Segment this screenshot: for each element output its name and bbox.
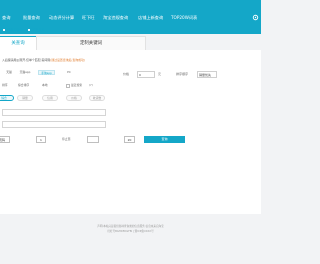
subtab-regular-query[interactable]: 常规查询 <box>27 28 45 33</box>
nav-item-batch-query[interactable]: 批量查询 <box>23 14 40 22</box>
sort-pill-sales[interactable]: 销量 <box>17 95 33 101</box>
note-highlight: (通过设置查询后,查询成功) <box>50 58 86 62</box>
recent-search-checkbox[interactable] <box>66 84 70 88</box>
sort-pill-credit[interactable]: 信用 <box>42 95 58 101</box>
start-page-input[interactable]: 1 <box>36 136 46 143</box>
filter-sort-label: 排序 <box>2 83 8 87</box>
start-page-label-box: 页码 <box>0 136 10 143</box>
sort-pill-received[interactable]: 收货数 <box>89 95 105 101</box>
price-unit: 元 <box>158 72 162 76</box>
tab-keyword-query[interactable]: 关查询 <box>0 36 36 50</box>
price-label: 价格 <box>123 72 130 76</box>
sort-order-select[interactable]: 销量优先 <box>197 71 217 78</box>
nav-item-query[interactable]: 查询 <box>2 14 10 22</box>
platform-chip-tmall-app[interactable]: 天猫app <box>18 70 32 75</box>
instruction-note: 入后缀请用|||隔开,仅单个匹配,需间隔(通过设置查询后,查询成功) <box>2 58 85 63</box>
filter-comprehensive-label: 综合排序 <box>18 83 30 87</box>
price-input[interactable]: 0 <box>137 71 155 78</box>
nav-item-wangxiawang[interactable]: 旺下旺 <box>82 14 95 22</box>
nav-item-violation-query[interactable]: 淘宝违规查询 <box>103 14 128 22</box>
subtab-icon <box>27 28 31 32</box>
platform-chip-tmall[interactable]: 天猫 <box>2 70 16 75</box>
stop-page-stepper[interactable] <box>87 136 99 143</box>
nav-item-top20w-words[interactable]: TOP20W词表 <box>171 14 197 22</box>
recent-search-help[interactable]: (?) <box>89 83 93 88</box>
sort-pill-price[interactable]: 价格 <box>66 95 82 101</box>
keyword-input-1[interactable] <box>2 109 106 116</box>
sort-pill-comprehensive[interactable]: 综合 <box>0 95 14 101</box>
nav-item-new-product-query[interactable]: 店铺上新查询 <box>138 14 163 22</box>
nav-item-dynamic-score[interactable]: 动态评分计算 <box>49 14 74 22</box>
query-button[interactable]: 查询 <box>144 136 185 143</box>
subtab-icon <box>2 28 6 32</box>
platform-chip-taobao-app[interactable]: 手淘app <box>38 70 55 75</box>
recent-search-label: 最近搜索 <box>71 83 83 87</box>
note-text: 入后缀请用|||隔开,仅单个匹配,需间隔 <box>2 58 51 62</box>
footer-icp: 旺旺号BGHXEDGF8I | 浙ICP备XXXX号 <box>107 230 154 233</box>
sort-order-label: 排序顺序 <box>176 72 189 76</box>
tab-custom-keyword[interactable]: 定制关键词 <box>36 36 146 50</box>
subtab-regular-word-query[interactable]: 常规词查询 <box>2 28 23 33</box>
filter-local-label: 本地 <box>42 83 48 87</box>
footer-disclaimer: 声明:本站只是提供各种查询类的信息服务,信息未来自淘宝 <box>97 225 164 228</box>
stop-page-input[interactable]: 20 <box>124 136 135 143</box>
gear-icon[interactable] <box>252 14 259 21</box>
platform-chip-pc[interactable]: PC <box>63 70 75 75</box>
keyword-input-2[interactable] <box>2 121 106 128</box>
stop-page-label: 停止页: <box>62 137 72 141</box>
